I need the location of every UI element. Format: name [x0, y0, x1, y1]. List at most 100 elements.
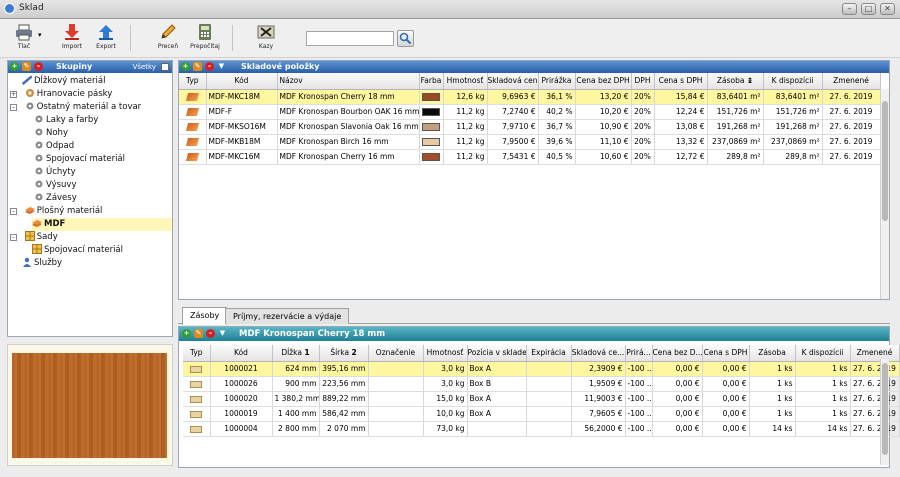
table-cell: 3,0 kg: [423, 376, 468, 392]
filter-icon[interactable]: ▼: [218, 329, 227, 338]
board-stack-icon: [185, 138, 199, 146]
tree-item-odpad[interactable]: Odpad: [34, 140, 74, 153]
expand-icon[interactable]: +: [10, 91, 17, 98]
maximize-button[interactable]: □: [861, 3, 876, 15]
table-cell: 289,8 m²: [707, 149, 764, 165]
table-row[interactable]: MDF-MKC18M MDF Kronospan Cherry 18 mm 12,6…: [179, 89, 881, 105]
table-row[interactable]: 1000020 1 380,2 mm 889,22 mm 15,0 kg Box A 11…: [183, 391, 900, 407]
table-cell: [183, 421, 211, 437]
column-header[interactable]: Pozícia v sklade: [467, 345, 527, 362]
scrollbar-thumb[interactable]: [882, 363, 888, 455]
column-header[interactable]: Zmenené: [822, 73, 881, 90]
table-cell: 20%: [631, 149, 655, 165]
add-stock-button[interactable]: +: [182, 329, 191, 338]
print-dropdown-icon[interactable]: ▾: [38, 31, 42, 39]
tab-zasoby[interactable]: Zásoby: [182, 307, 228, 325]
delete-group-button[interactable]: –: [34, 62, 43, 71]
add-item-button[interactable]: +: [181, 62, 190, 71]
tree-item-ostatny-material[interactable]: – Ostatný materiál a tovar: [10, 101, 141, 114]
table-cell: 14 ks: [795, 421, 851, 437]
column-header[interactable]: Zásoba: [749, 345, 796, 362]
column-header[interactable]: Označenie: [368, 345, 424, 362]
tree-item-hranovacie-pasky[interactable]: + Hranovacie pásky: [10, 88, 112, 101]
table-cell: 1000004: [210, 421, 273, 437]
column-header[interactable]: Cena bez D...: [652, 345, 703, 362]
tree-item-plosny-material[interactable]: – Plošný materiál: [10, 205, 102, 218]
column-header[interactable]: Cena s DPH: [654, 73, 708, 90]
collapse-icon[interactable]: –: [10, 234, 17, 241]
column-header[interactable]: Typ: [179, 73, 207, 90]
stock-items-header: + ✎ – ▼ Skladové položky: [179, 61, 889, 73]
table-row[interactable]: MDF-MKC16M MDF Kronospan Cherry 16 mm 11,2…: [179, 149, 881, 165]
edit-item-button[interactable]: ✎: [193, 62, 202, 71]
table-row[interactable]: 1000021 624 mm 395,16 mm 3,0 kg Box A 2,3909 …: [183, 361, 900, 377]
export-button[interactable]: Export: [86, 23, 126, 50]
table-cell: 7,9605 €: [571, 406, 626, 422]
table-cell: 20%: [631, 119, 655, 135]
column-header[interactable]: Expirácia: [526, 345, 572, 362]
tree-item-uchyty[interactable]: Úchyty: [34, 166, 76, 179]
minimize-button[interactable]: –: [842, 3, 857, 15]
column-header[interactable]: Skladová ce...: [571, 345, 626, 362]
table-cell: 2,3909 €: [571, 361, 626, 377]
tree-item-zavesy[interactable]: Závesy: [34, 192, 77, 205]
column-header[interactable]: Prirá...: [625, 345, 653, 362]
column-header[interactable]: Cena s DPH: [702, 345, 750, 362]
filter-icon[interactable]: ▼: [217, 62, 226, 71]
tree-item-mdf[interactable]: MDF: [32, 218, 172, 231]
column-header[interactable]: Názov: [277, 73, 420, 90]
column-header[interactable]: Zásoba ↨: [707, 73, 764, 90]
delete-stock-button[interactable]: –: [206, 329, 215, 338]
scrollbar-thumb[interactable]: [882, 101, 888, 221]
add-group-button[interactable]: +: [10, 62, 19, 71]
table-row[interactable]: MDF-MKB18M MDF Kronospan Birch 16 mm 11,2 …: [179, 134, 881, 150]
table-row[interactable]: MDF-F MDF Kronospan Bourbon OAK 16 mm 11,2…: [179, 104, 881, 120]
items-scrollbar[interactable]: [880, 89, 889, 299]
close-button[interactable]: ✕: [880, 3, 895, 15]
column-header[interactable]: Hmotnosť: [423, 345, 468, 362]
column-header[interactable]: Farba: [419, 73, 444, 90]
column-header[interactable]: DPH: [631, 73, 655, 90]
tab-prijmy-rezervacie-vydaje[interactable]: Príjmy, rezervácie a výdaje: [225, 308, 350, 324]
column-header[interactable]: Prirážka: [538, 73, 576, 90]
table-row[interactable]: 1000019 1 400 mm 586,42 mm 10,0 kg Box A 7,96…: [183, 406, 900, 422]
column-header[interactable]: K dispozícii: [763, 73, 823, 90]
table-row[interactable]: MDF-MKSO16M MDF Kronospan Slavonia Oak 16…: [179, 119, 881, 135]
stock-scrollbar[interactable]: [880, 359, 889, 465]
column-header[interactable]: Hmotnosť: [443, 73, 488, 90]
search-input[interactable]: [306, 31, 394, 46]
tree-item-spojovaci-material[interactable]: Spojovací materiál: [34, 153, 125, 166]
tree-item-sluzby[interactable]: Služby: [22, 257, 62, 270]
tree-item-laky-a-farby[interactable]: Laky a farby: [34, 114, 98, 127]
all-groups-checkbox[interactable]: [161, 63, 169, 71]
collapse-icon[interactable]: –: [10, 104, 17, 111]
tree-item-dlzkovy-material[interactable]: Dĺžkový materiál: [22, 75, 105, 88]
column-header[interactable]: K dispozícii: [795, 345, 851, 362]
column-header[interactable]: Šírka 2: [319, 345, 369, 362]
column-header[interactable]: Cena bez DPH: [575, 73, 632, 90]
tree-item-sady-spojovaci-material[interactable]: Spojovací materiál: [32, 244, 123, 257]
defects-button[interactable]: Kazy: [246, 23, 286, 50]
stock-detail-panel: + ✎ – ▼ MDF Kronospan Cherry 18 mm Typ Kód …: [178, 326, 900, 468]
column-header[interactable]: Dĺžka 1: [272, 345, 320, 362]
column-header[interactable]: Kód: [210, 345, 273, 362]
tree-item-sady[interactable]: – Sady: [10, 231, 58, 244]
tree-item-nohy[interactable]: Nohy: [34, 127, 68, 140]
column-header[interactable]: Skladová cena: [487, 73, 539, 90]
column-header[interactable]: Typ: [183, 345, 211, 362]
column-header[interactable]: Zmenené: [850, 345, 900, 362]
collapse-icon[interactable]: –: [10, 208, 17, 215]
print-label: Tlač: [17, 43, 31, 50]
tree-item-vysuvy[interactable]: Výsuvy: [34, 179, 77, 192]
recalculate-button[interactable]: Prepočítaj: [185, 23, 225, 50]
reprice-button[interactable]: Preceň: [148, 23, 188, 50]
edit-group-button[interactable]: ✎: [22, 62, 31, 71]
column-header[interactable]: Kód: [206, 73, 278, 90]
table-row[interactable]: 1000026 900 mm 223,56 mm 3,0 kg Box B 1,9509 …: [183, 376, 900, 392]
table-row[interactable]: 1000004 2 800 mm 2 070 mm 73,0 kg 56,2000 € -…: [183, 421, 900, 437]
edit-stock-button[interactable]: ✎: [194, 329, 203, 338]
search-button[interactable]: [397, 30, 414, 47]
table-cell: [368, 391, 424, 407]
table-cell: 889,22 mm: [319, 391, 369, 407]
delete-item-button[interactable]: –: [205, 62, 214, 71]
